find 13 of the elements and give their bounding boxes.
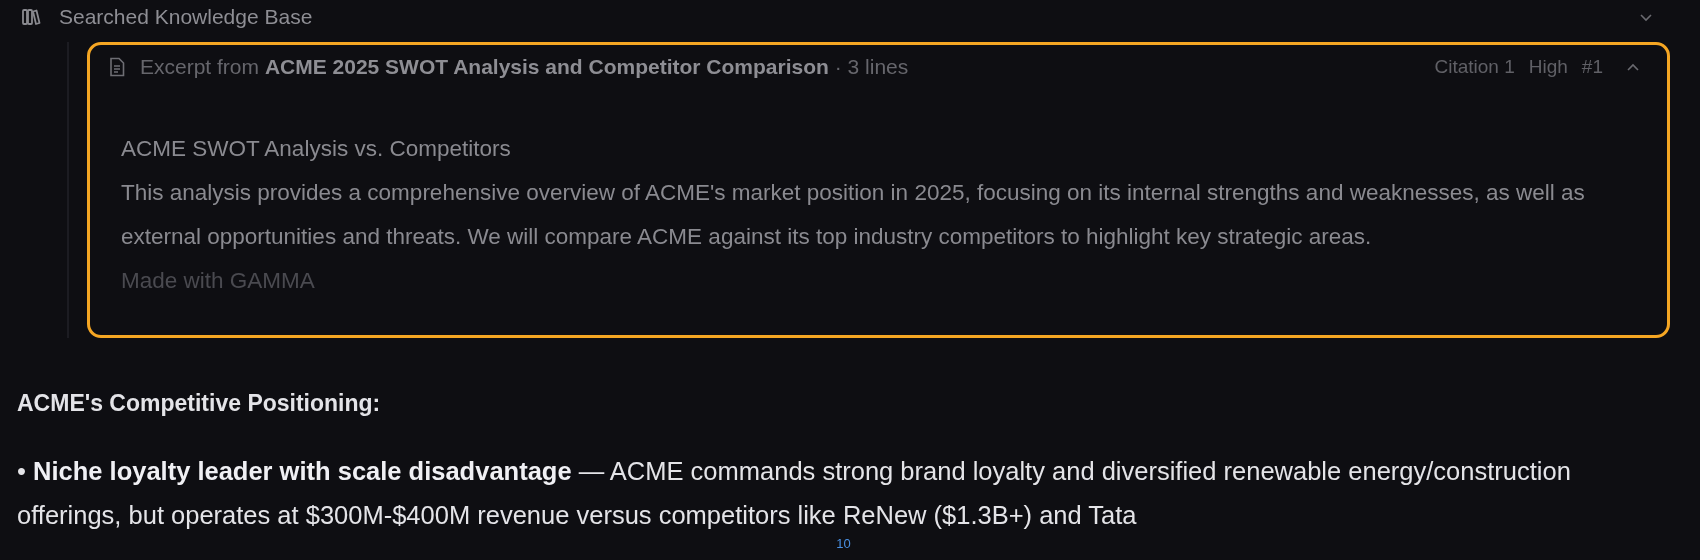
confidence-label: High — [1528, 56, 1568, 78]
excerpt-footer: Made with GAMMA — [121, 259, 1603, 303]
citation-badge[interactable]: 10 — [836, 537, 851, 551]
bullet-paragraph: • Niche loyalty leader with scale disadvantage — ACME commands strong brand loyalty and diversified renewable energy/construction offerings, but operates at $300M-$400M revenue versus competitors like ReNew ($1.3B+) and Tata — [17, 456, 1572, 531]
section-title: Searched Knowledge Base — [59, 5, 313, 29]
document-icon — [108, 57, 126, 77]
books-icon — [21, 7, 41, 27]
excerpt-title: Excerpt from ACME 2025 SWOT Analysis and Competitor Comparison · 3 lines — [140, 55, 909, 79]
excerpt-paragraph: This analysis provides a comprehensive overview of ACME's market position in 2025, focusing on its internal strengths and weaknesses, as well as external opportunities and threats. We will compare ACME against its top industry competitors to highlight key strategic areas. — [121, 179, 1586, 251]
citation-label: Citation 1 — [1434, 56, 1515, 78]
excerpt-heading: ACME SWOT Analysis vs. Competitors — [121, 135, 512, 163]
rank-label: #1 — [1581, 56, 1603, 78]
answer-heading: ACME's Competitive Positioning: — [17, 390, 381, 417]
